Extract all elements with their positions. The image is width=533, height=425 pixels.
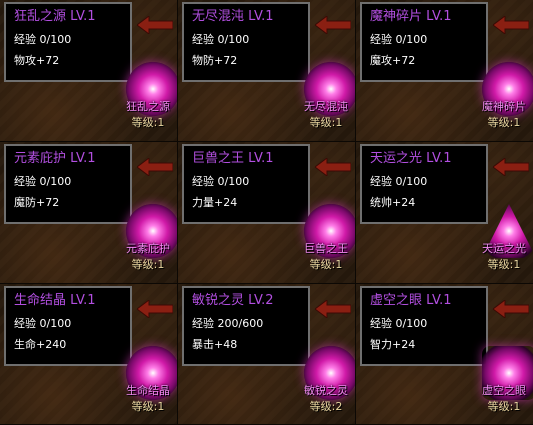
gem-title: 敏锐之灵 LV.2 xyxy=(192,293,274,308)
gem-exp: 经验 0/100 xyxy=(370,317,428,330)
gem-orb-level: 等级:2 xyxy=(309,400,343,413)
gem-card[interactable]: 魔神碎片 LV.1 经验 0/100 魔攻+72 魔神碎片 等级:1 xyxy=(356,0,533,142)
gem-title: 巨兽之王 LV.1 xyxy=(192,151,274,166)
gem-tooltip: 无尽混沌 LV.1 经验 0/100 物防+72 xyxy=(182,2,310,82)
red-left-arrow-icon xyxy=(137,16,173,34)
gem-title: 虚空之眼 LV.1 xyxy=(370,293,452,308)
gem-orb-name: 天运之光 xyxy=(482,242,526,255)
red-left-arrow-icon xyxy=(493,300,529,318)
gem-stat: 魔防+72 xyxy=(14,196,60,209)
gem-stat: 统帅+24 xyxy=(370,196,416,209)
gem-orb-level: 等级:1 xyxy=(131,258,165,271)
gem-orb-name: 魔神碎片 xyxy=(482,100,526,113)
gem-tooltip: 狂乱之源 LV.1 经验 0/100 物攻+72 xyxy=(4,2,132,82)
gem-card[interactable]: 敏锐之灵 LV.2 经验 200/600 暴击+48 敏锐之灵 等级:2 xyxy=(178,284,356,425)
red-left-arrow-icon xyxy=(315,300,351,318)
gem-card[interactable]: 元素庇护 LV.1 经验 0/100 魔防+72 元素庇护 等级:1 xyxy=(0,142,178,284)
gem-tooltip: 生命结晶 LV.1 经验 0/100 生命+240 xyxy=(4,286,132,366)
gem-exp: 经验 0/100 xyxy=(370,175,428,188)
red-left-arrow-icon xyxy=(493,158,529,176)
gem-stat: 魔攻+72 xyxy=(370,54,416,67)
gem-orb-level: 等级:1 xyxy=(487,116,521,129)
gem-tooltip: 魔神碎片 LV.1 经验 0/100 魔攻+72 xyxy=(360,2,488,82)
red-left-arrow-icon xyxy=(315,16,351,34)
gem-exp: 经验 0/100 xyxy=(192,175,250,188)
gem-stat: 力量+24 xyxy=(192,196,238,209)
gem-tooltip: 元素庇护 LV.1 经验 0/100 魔防+72 xyxy=(4,144,132,224)
gem-grid: 狂乱之源 LV.1 经验 0/100 物攻+72 狂乱之源 等级:1 无尽混沌 … xyxy=(0,0,533,425)
gem-title: 元素庇护 LV.1 xyxy=(14,151,96,166)
gem-orb-name: 无尽混沌 xyxy=(304,100,348,113)
gem-exp: 经验 0/100 xyxy=(14,317,72,330)
gem-exp: 经验 0/100 xyxy=(370,33,428,46)
gem-exp: 经验 200/600 xyxy=(192,317,264,330)
gem-title: 魔神碎片 LV.1 xyxy=(370,9,452,24)
gem-orb-level: 等级:1 xyxy=(131,400,165,413)
gem-card[interactable]: 无尽混沌 LV.1 经验 0/100 物防+72 无尽混沌 等级:1 xyxy=(178,0,356,142)
gem-title: 生命结晶 LV.1 xyxy=(14,293,96,308)
gem-orb-name: 狂乱之源 xyxy=(126,100,170,113)
gem-tooltip: 巨兽之王 LV.1 经验 0/100 力量+24 xyxy=(182,144,310,224)
gem-tooltip: 敏锐之灵 LV.2 经验 200/600 暴击+48 xyxy=(182,286,310,366)
gem-orb-name: 生命结晶 xyxy=(126,384,170,397)
gem-card[interactable]: 生命结晶 LV.1 经验 0/100 生命+240 生命结晶 等级:1 xyxy=(0,284,178,425)
gem-orb-level: 等级:1 xyxy=(131,116,165,129)
gem-orb-level: 等级:1 xyxy=(487,400,521,413)
red-left-arrow-icon xyxy=(493,16,529,34)
gem-orb-name: 敏锐之灵 xyxy=(304,384,348,397)
gem-card[interactable]: 虚空之眼 LV.1 经验 0/100 智力+24 虚空之眼 等级:1 xyxy=(356,284,533,425)
gem-tooltip: 虚空之眼 LV.1 经验 0/100 智力+24 xyxy=(360,286,488,366)
red-left-arrow-icon xyxy=(137,300,173,318)
gem-title: 天运之光 LV.1 xyxy=(370,151,452,166)
gem-card[interactable]: 狂乱之源 LV.1 经验 0/100 物攻+72 狂乱之源 等级:1 xyxy=(0,0,178,142)
gem-stat: 物攻+72 xyxy=(14,54,60,67)
gem-stat: 生命+240 xyxy=(14,338,67,351)
gem-exp: 经验 0/100 xyxy=(192,33,250,46)
gem-card[interactable]: 天运之光 LV.1 经验 0/100 统帅+24 天运之光 等级:1 xyxy=(356,142,533,284)
gem-orb-name: 巨兽之王 xyxy=(304,242,348,255)
gem-orb-level: 等级:1 xyxy=(309,116,343,129)
gem-orb-name: 虚空之眼 xyxy=(482,384,526,397)
gem-orb-level: 等级:1 xyxy=(487,258,521,271)
gem-title: 狂乱之源 LV.1 xyxy=(14,9,96,24)
gem-stat: 暴击+48 xyxy=(192,338,238,351)
gem-stat: 智力+24 xyxy=(370,338,416,351)
red-left-arrow-icon xyxy=(315,158,351,176)
gem-orb-name: 元素庇护 xyxy=(126,242,170,255)
gem-card[interactable]: 巨兽之王 LV.1 经验 0/100 力量+24 巨兽之王 等级:1 xyxy=(178,142,356,284)
gem-exp: 经验 0/100 xyxy=(14,175,72,188)
gem-tooltip: 天运之光 LV.1 经验 0/100 统帅+24 xyxy=(360,144,488,224)
gem-orb-level: 等级:1 xyxy=(309,258,343,271)
gem-stat: 物防+72 xyxy=(192,54,238,67)
gem-exp: 经验 0/100 xyxy=(14,33,72,46)
red-left-arrow-icon xyxy=(137,158,173,176)
gem-title: 无尽混沌 LV.1 xyxy=(192,9,274,24)
